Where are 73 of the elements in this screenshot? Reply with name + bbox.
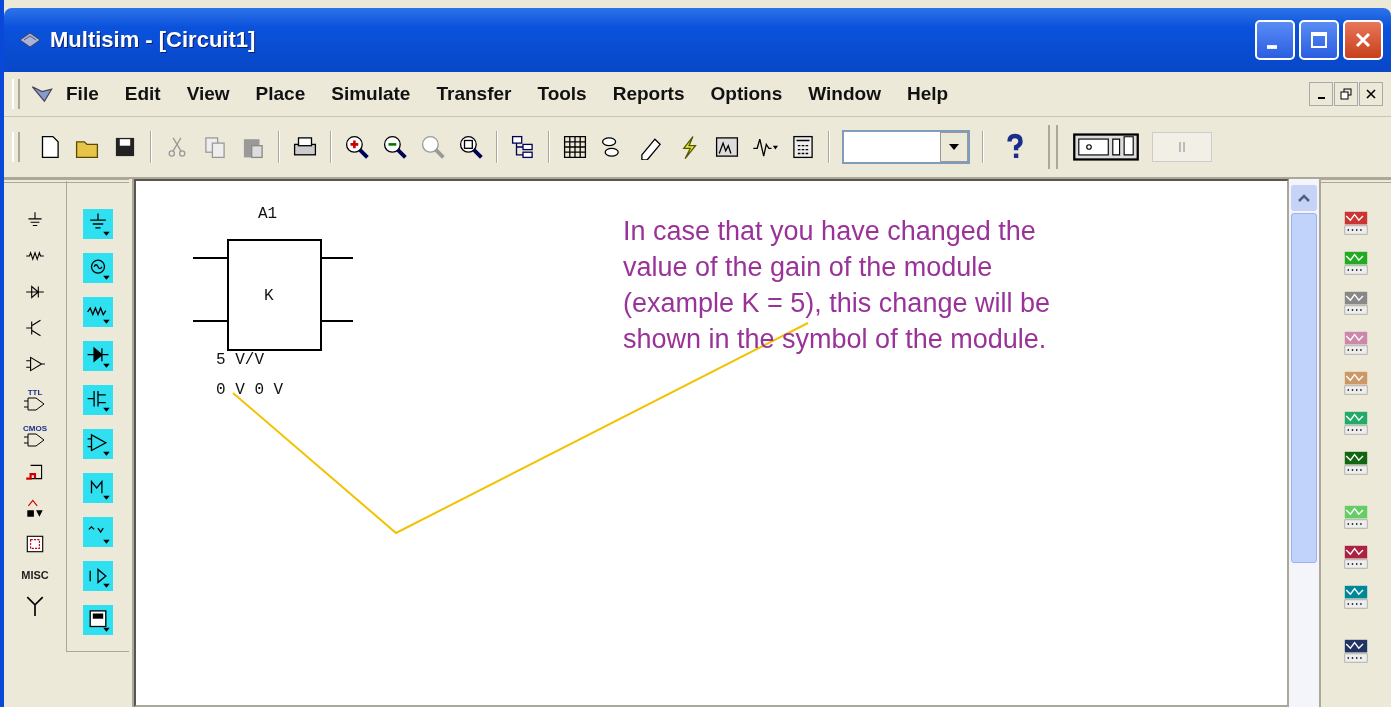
gate-icon: [24, 397, 46, 411]
ground-source-icon[interactable]: [83, 209, 113, 239]
restore-icon: [1340, 88, 1352, 100]
close-icon: [1353, 30, 1373, 50]
filter-icon[interactable]: [83, 517, 113, 547]
logic-gate-button[interactable]: TTL: [24, 389, 46, 411]
app-logo-icon: [18, 30, 42, 50]
maximize-button[interactable]: [1299, 20, 1339, 60]
spectrum-analyzer-icon[interactable]: [1342, 637, 1370, 665]
amplifier-icon[interactable]: [83, 429, 113, 459]
resistor-icon[interactable]: [83, 297, 113, 327]
menu-item[interactable]: Options: [710, 83, 783, 105]
misc-button[interactable]: MISC: [21, 569, 49, 581]
minimize-icon: [1267, 45, 1277, 49]
ac-source-icon[interactable]: [83, 253, 113, 283]
menu-item[interactable]: Reports: [612, 83, 685, 105]
function-generator-icon[interactable]: [1342, 249, 1370, 277]
zoom-out-icon[interactable]: [382, 134, 408, 160]
menu-item[interactable]: Tools: [537, 83, 587, 105]
calculator-icon[interactable]: [790, 134, 816, 160]
hierarchy-icon[interactable]: [510, 134, 536, 160]
menu-item[interactable]: Transfer: [436, 83, 512, 105]
waveform-window-icon[interactable]: [714, 134, 740, 160]
gain-value: 5 V/V: [216, 351, 264, 369]
power-switch-icon[interactable]: [1072, 130, 1140, 164]
wattmeter-icon[interactable]: [1342, 289, 1370, 317]
module-icon[interactable]: [83, 473, 113, 503]
menu-item[interactable]: File: [66, 83, 99, 105]
word-generator-icon[interactable]: [1342, 449, 1370, 477]
pause-icon: [1177, 141, 1187, 153]
op-amp-icon[interactable]: [83, 561, 113, 591]
menu-item[interactable]: View: [186, 83, 230, 105]
dropdown-field[interactable]: [842, 130, 970, 164]
annotation-text: In case that you have changed the value of the gain of the module (example K = 5), this change will be shown in the symbol of the module.: [623, 215, 1051, 356]
zoom-in-icon[interactable]: [344, 134, 370, 160]
grid-icon[interactable]: [562, 134, 588, 160]
chip-icon[interactable]: [24, 533, 46, 555]
indicator-icon[interactable]: [24, 497, 46, 519]
toolbar-grip[interactable]: [1048, 125, 1058, 169]
dropdown-arrow-icon: [949, 144, 959, 150]
window-title: Multisim - [Circuit1]: [50, 27, 256, 53]
menu-item[interactable]: Simulate: [331, 83, 411, 105]
diode-icon[interactable]: [83, 341, 113, 371]
menu-item[interactable]: Help: [906, 83, 949, 105]
menu-item[interactable]: Place: [255, 83, 306, 105]
help-icon[interactable]: [1004, 133, 1026, 161]
antenna-icon[interactable]: [24, 595, 46, 617]
minimize-icon: [1317, 97, 1325, 99]
counter-icon[interactable]: [1342, 409, 1370, 437]
component-label: A1: [258, 205, 278, 223]
toolbar-grip[interactable]: [12, 132, 20, 162]
menu-bar-grip[interactable]: [12, 79, 20, 109]
display-icon[interactable]: [83, 605, 113, 635]
transistor-icon[interactable]: [83, 385, 113, 415]
menu-item[interactable]: Window: [808, 83, 881, 105]
gate-icon: [24, 433, 46, 447]
scroll-up-icon: [1298, 194, 1310, 202]
offset-values: 0 V 0 V: [216, 381, 284, 399]
logic-converter-icon[interactable]: [1342, 543, 1370, 571]
restore-button[interactable]: [1334, 82, 1358, 106]
menu-item[interactable]: Edit: [124, 83, 161, 105]
distortion-analyzer-icon[interactable]: [1342, 583, 1370, 611]
zoom-area-icon[interactable]: [420, 134, 446, 160]
maximize-icon: [1309, 30, 1329, 50]
vertical-scrollbar[interactable]: [1289, 179, 1321, 707]
logic-gate-button[interactable]: CMOS: [23, 425, 47, 447]
close-button[interactable]: [1359, 82, 1383, 106]
close-icon: [1365, 88, 1377, 100]
module-label: K: [264, 287, 274, 305]
zoom-fit-icon[interactable]: [458, 134, 484, 160]
multimeter-icon[interactable]: [1342, 209, 1370, 237]
minimize-button[interactable]: [1309, 82, 1333, 106]
oscilloscope-icon[interactable]: [1342, 329, 1370, 357]
